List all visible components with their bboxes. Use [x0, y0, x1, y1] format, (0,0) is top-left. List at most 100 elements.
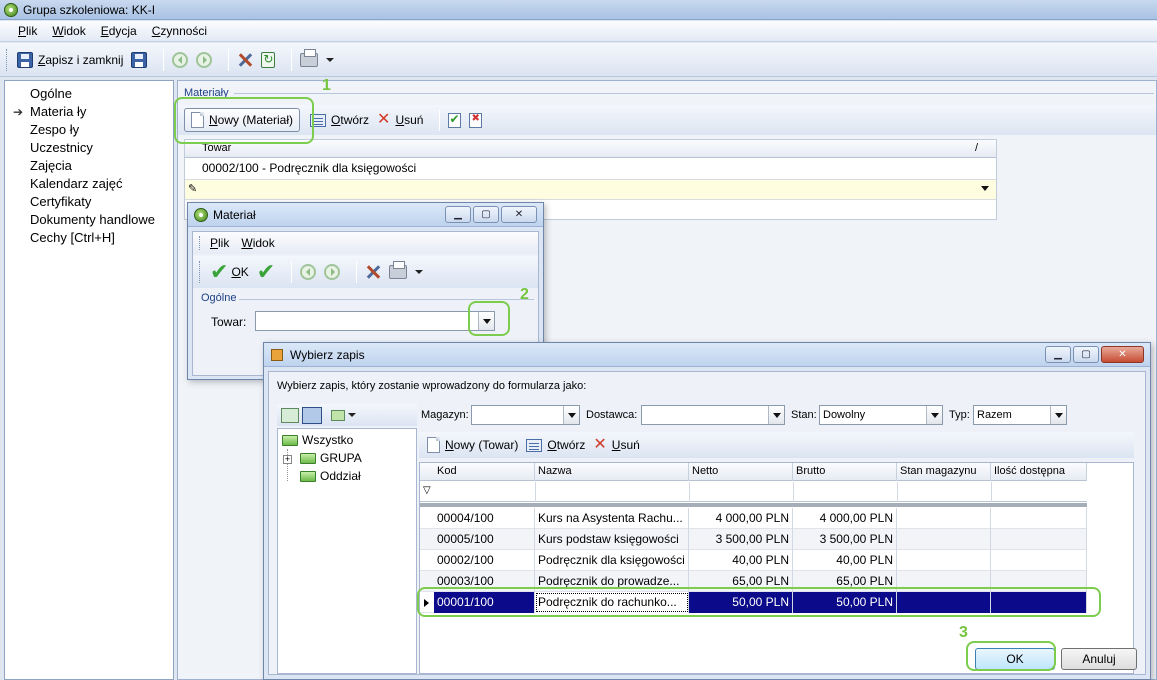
- printer-icon: [300, 48, 319, 67]
- nazwa-cell: Kurs na Asystenta Rachu...: [535, 508, 689, 529]
- back-button[interactable]: [300, 264, 317, 280]
- filter-icon: ▽: [423, 485, 431, 496]
- column-netto[interactable]: Netto: [689, 463, 793, 481]
- menu-czynnosci[interactable]: Czynności: [152, 24, 207, 38]
- tools-button[interactable]: [365, 264, 381, 280]
- toolbar-grip[interactable]: [6, 48, 9, 71]
- minimize-button[interactable]: ▁: [445, 206, 471, 223]
- netto-cell: 40,00 PLN: [689, 550, 793, 571]
- typ-value: Razem: [977, 409, 1012, 421]
- callout-2: 2: [520, 286, 529, 303]
- stan-label: Stan:: [791, 409, 817, 421]
- column-brutto[interactable]: Brutto: [793, 463, 897, 481]
- approve-button[interactable]: [448, 112, 462, 128]
- maximize-button[interactable]: ▢: [1073, 346, 1099, 363]
- menubar-grip[interactable]: [199, 236, 202, 250]
- kod-cell: 00004/100: [434, 508, 535, 529]
- typ-dropdown[interactable]: [1050, 406, 1066, 424]
- dostawca-combo[interactable]: [641, 405, 785, 425]
- folder-icon[interactable]: [331, 409, 345, 421]
- reject-button[interactable]: [469, 112, 483, 128]
- sidebar-item-materialy[interactable]: Materia ły: [30, 104, 86, 119]
- arrow-right-icon: [324, 264, 341, 280]
- save-icon: [131, 51, 148, 68]
- sidebar-item-zespoly[interactable]: Zespo ły: [30, 122, 79, 137]
- tree-node-wszystko[interactable]: Wszystko: [282, 433, 353, 447]
- new-towar-button[interactable]: Nowy (Towar): [427, 437, 518, 453]
- refresh-button[interactable]: [261, 51, 276, 68]
- sidebar-item-ogolne[interactable]: Ogólne: [30, 86, 72, 101]
- menu-widok[interactable]: Widok: [52, 24, 85, 38]
- save-close-button[interactable]: Zapisz i zamknij: [17, 51, 123, 68]
- forward-button[interactable]: [196, 51, 213, 68]
- column-stan-magazynu[interactable]: Stan magazynu: [897, 463, 991, 481]
- tools-button[interactable]: [237, 52, 253, 68]
- section-divider: [234, 93, 1154, 94]
- sidebar-item-cechy[interactable]: Cechy [Ctrl+H]: [30, 230, 115, 245]
- select-dialog-title: Wybierz zapis: [290, 347, 365, 362]
- delete-material-label: Usuń: [395, 113, 424, 127]
- magazyn-dropdown[interactable]: [563, 406, 579, 424]
- table-row[interactable]: 00002/100 Podręcznik dla księgowości 40,00…: [420, 550, 1087, 571]
- sidebar-item-uczestnicy[interactable]: Uczestnicy: [30, 140, 93, 155]
- refresh-icon: [261, 51, 276, 68]
- grid-view-icon[interactable]: [302, 406, 322, 424]
- column-towar[interactable]: Towar: [199, 140, 979, 158]
- app-icon: [4, 2, 18, 17]
- minimize-button[interactable]: ▁: [1045, 346, 1071, 363]
- back-button[interactable]: [172, 51, 189, 68]
- expand-icon[interactable]: +: [283, 455, 292, 464]
- tree-node-grupa[interactable]: GRUPA: [300, 451, 362, 465]
- magazyn-combo[interactable]: [471, 405, 580, 425]
- column-nazwa[interactable]: Nazwa: [535, 463, 689, 481]
- stan-dropdown[interactable]: [926, 406, 942, 424]
- delete-material-button[interactable]: ✕ Usuń: [377, 112, 423, 128]
- sidebar-item-zajecia[interactable]: Zajęcia: [30, 158, 72, 173]
- callout-3: 3: [959, 624, 968, 641]
- print-button[interactable]: [300, 48, 335, 67]
- sidebar-item-dokumenty[interactable]: Dokumenty handlowe: [30, 212, 155, 227]
- cancel-button[interactable]: Anuluj: [1061, 648, 1137, 670]
- maximize-button[interactable]: ▢: [473, 206, 499, 223]
- chevron-down-icon: [415, 270, 424, 274]
- sidebar-item-kalendarz[interactable]: Kalendarz zajęć: [30, 176, 123, 191]
- toolbar-grip[interactable]: [199, 261, 202, 283]
- delete-record-button[interactable]: ✕ Usuń: [593, 437, 639, 453]
- new-towar-label: Nowy (Towar): [445, 438, 519, 452]
- material-menubar: Plik Widok: [193, 232, 538, 254]
- chevron-down-icon[interactable]: [981, 186, 989, 191]
- towar-combo[interactable]: [255, 311, 495, 331]
- menu-edycja[interactable]: Edycja: [101, 24, 137, 38]
- menu-plik[interactable]: Plik: [210, 236, 229, 250]
- dostawca-dropdown[interactable]: [768, 406, 784, 424]
- open-record-button[interactable]: Otwórz: [526, 438, 585, 452]
- menu-plik[interactable]: Plik: [18, 24, 37, 38]
- open-material-button[interactable]: Otwórz: [310, 113, 369, 127]
- typ-combo[interactable]: Razem: [973, 405, 1067, 425]
- forward-button[interactable]: [324, 264, 341, 280]
- edit-pencil-icon: ✎: [188, 183, 198, 195]
- menu-widok[interactable]: Widok: [241, 236, 274, 250]
- ilosc-cell: [991, 550, 1087, 571]
- column-ilosc-dostepna[interactable]: Ilość dostępna: [991, 463, 1087, 481]
- column-kod[interactable]: Kod: [434, 463, 535, 481]
- stan-combo[interactable]: Dowolny: [819, 405, 943, 425]
- table-row[interactable]: 00004/100 Kurs na Asystenta Rachu... 4 000…: [420, 508, 1087, 529]
- ok-next-button[interactable]: ✔: [257, 261, 275, 283]
- tree-view-icon[interactable]: [281, 407, 299, 423]
- print-button[interactable]: [389, 261, 424, 279]
- tree-node-oddzial[interactable]: Oddział: [300, 469, 361, 483]
- cancel-document-icon: [469, 112, 483, 128]
- close-button[interactable]: ✕: [501, 206, 537, 223]
- filter-row[interactable]: ▽: [420, 482, 1087, 502]
- filter-separator: [420, 503, 1087, 507]
- new-row[interactable]: ✎: [185, 179, 996, 200]
- table-row[interactable]: 00002/100 - Podręcznik dla księgowości: [185, 158, 996, 179]
- close-button[interactable]: ✕: [1101, 346, 1144, 363]
- sidebar-item-certyfikaty[interactable]: Certyfikaty: [30, 194, 91, 209]
- chevron-down-icon[interactable]: [348, 413, 356, 417]
- toolbar-separator: [163, 48, 165, 71]
- table-row[interactable]: 00005/100 Kurs podstaw księgowości 3 500,0…: [420, 529, 1087, 550]
- save-button[interactable]: [131, 51, 148, 68]
- ok-save-button[interactable]: ✔ OK: [210, 261, 249, 283]
